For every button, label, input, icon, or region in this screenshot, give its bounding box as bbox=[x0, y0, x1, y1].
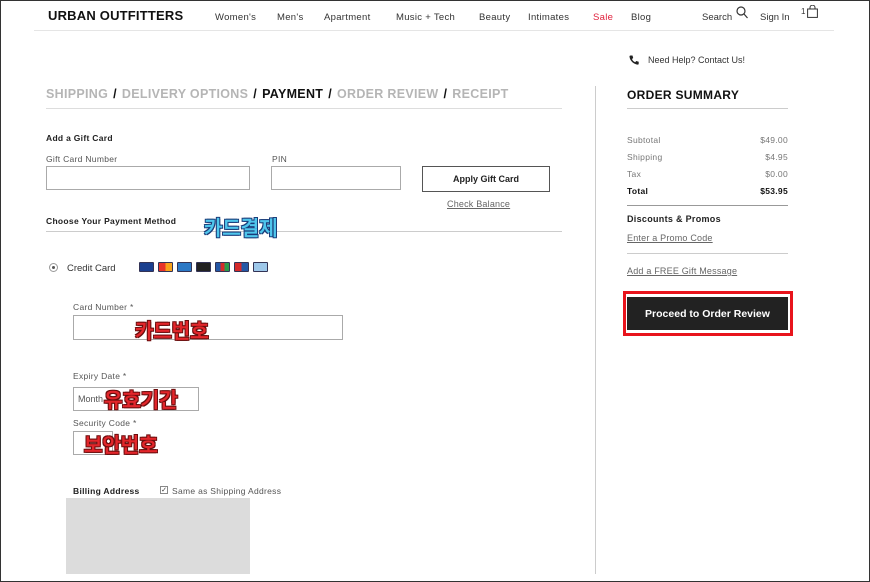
nav-music-tech[interactable]: Music + Tech bbox=[396, 12, 455, 23]
pin-input[interactable] bbox=[271, 166, 401, 190]
mastercard-icon bbox=[158, 262, 173, 272]
subtotal-value: $49.00 bbox=[760, 135, 788, 145]
tax-row: Tax $0.00 bbox=[627, 169, 788, 179]
nav-sale[interactable]: Sale bbox=[593, 12, 613, 23]
gift-card-number-input[interactable] bbox=[46, 166, 250, 190]
nav-intimates[interactable]: Intimates bbox=[528, 12, 569, 23]
amex-icon bbox=[177, 262, 192, 272]
discounts-title: Discounts & Promos bbox=[627, 214, 721, 224]
search-icon[interactable] bbox=[736, 6, 748, 20]
billing-address-label: Billing Address bbox=[73, 486, 140, 496]
divider bbox=[46, 231, 562, 232]
checkout-steps: SHIPPING / DELIVERY OPTIONS / PAYMENT / ORDER … bbox=[46, 87, 509, 101]
nav-apartment[interactable]: Apartment bbox=[324, 12, 371, 23]
gift-card-title: Add a Gift Card bbox=[46, 133, 113, 143]
credit-card-label[interactable]: Credit Card bbox=[67, 263, 116, 274]
nav-women[interactable]: Women's bbox=[215, 12, 256, 23]
visa-icon bbox=[139, 262, 154, 272]
step-receipt: RECEIPT bbox=[452, 87, 509, 101]
subtotal-row: Subtotal $49.00 bbox=[627, 135, 788, 145]
contact-help-link[interactable]: Need Help? Contact Us! bbox=[648, 55, 745, 65]
expiry-month-value: Month bbox=[78, 394, 104, 404]
step-payment: PAYMENT bbox=[262, 87, 324, 101]
shopping-bag-icon[interactable] bbox=[807, 5, 818, 18]
discover-icon bbox=[196, 262, 211, 272]
divider bbox=[627, 205, 788, 206]
gift-message-link[interactable]: Add a FREE Gift Message bbox=[627, 266, 737, 276]
proceed-to-order-review-button[interactable]: Proceed to Order Review bbox=[627, 297, 788, 330]
check-balance-link[interactable]: Check Balance bbox=[447, 199, 510, 209]
annotation-card-payment: 카드결제 bbox=[204, 216, 278, 240]
divider bbox=[46, 108, 562, 109]
nav-men[interactable]: Men's bbox=[277, 12, 304, 23]
step-separator: / bbox=[113, 87, 117, 101]
expiry-date-label: Expiry Date * bbox=[73, 371, 127, 381]
tax-label: Tax bbox=[627, 169, 642, 179]
nav-beauty[interactable]: Beauty bbox=[479, 12, 510, 23]
divider bbox=[595, 86, 596, 574]
step-order-review: ORDER REVIEW bbox=[336, 87, 439, 101]
apply-gift-card-button[interactable]: Apply Gift Card bbox=[422, 166, 550, 192]
same-as-shipping-checkbox[interactable]: ✓ bbox=[160, 486, 168, 494]
divider bbox=[627, 108, 788, 109]
total-label: Total bbox=[627, 186, 649, 196]
payment-method-title: Choose Your Payment Method bbox=[46, 216, 177, 226]
total-value: $53.95 bbox=[760, 186, 788, 196]
order-summary-title: ORDER SUMMARY bbox=[627, 88, 740, 102]
billing-address-placeholder bbox=[66, 498, 250, 574]
card-number-label: Card Number * bbox=[73, 302, 134, 312]
shipping-label: Shipping bbox=[627, 152, 663, 162]
promo-code-link[interactable]: Enter a Promo Code bbox=[627, 233, 713, 243]
jcb-icon bbox=[215, 262, 230, 272]
annotation-card-number: 카드번호 bbox=[135, 319, 209, 343]
phone-icon bbox=[629, 55, 639, 65]
diners-icon bbox=[234, 262, 249, 272]
pin-label: PIN bbox=[272, 154, 288, 164]
security-code-label: Security Code * bbox=[73, 418, 137, 428]
divider bbox=[627, 253, 788, 254]
shipping-row: Shipping $4.95 bbox=[627, 152, 788, 162]
subtotal-label: Subtotal bbox=[627, 135, 661, 145]
maestro-icon bbox=[253, 262, 268, 272]
step-separator: / bbox=[443, 87, 448, 101]
step-shipping[interactable]: SHIPPING bbox=[46, 87, 108, 101]
cart-count[interactable]: 1 bbox=[801, 7, 805, 16]
logo[interactable]: URBAN OUTFITTERS bbox=[48, 8, 183, 23]
total-row: Total $53.95 bbox=[627, 186, 788, 196]
same-as-shipping-label[interactable]: Same as Shipping Address bbox=[172, 486, 281, 496]
card-logos bbox=[139, 262, 268, 272]
search-link[interactable]: Search bbox=[702, 12, 732, 23]
credit-card-radio[interactable] bbox=[49, 263, 58, 272]
gift-card-number-label: Gift Card Number bbox=[46, 154, 118, 164]
nav-blog[interactable]: Blog bbox=[631, 12, 651, 23]
step-separator: / bbox=[328, 87, 332, 101]
top-navigation: URBAN OUTFITTERS Women's Men's Apartment… bbox=[34, 0, 834, 31]
tax-value: $0.00 bbox=[765, 169, 788, 179]
annotation-expiry: 유효기간 bbox=[104, 388, 178, 412]
step-separator: / bbox=[253, 87, 258, 101]
sign-in-link[interactable]: Sign In bbox=[760, 12, 790, 23]
step-delivery-options[interactable]: DELIVERY OPTIONS bbox=[122, 87, 248, 101]
shipping-value: $4.95 bbox=[765, 152, 788, 162]
annotation-security: 보안번호 bbox=[84, 433, 158, 457]
